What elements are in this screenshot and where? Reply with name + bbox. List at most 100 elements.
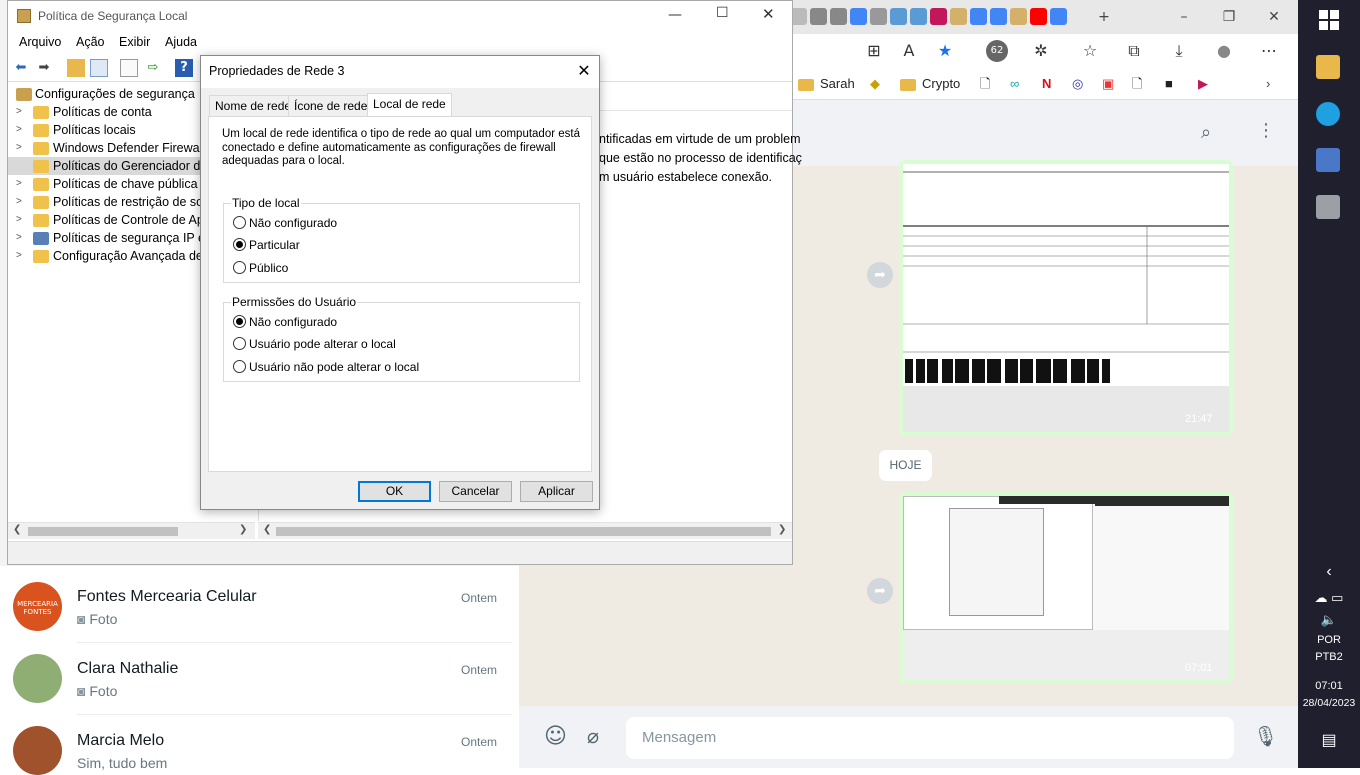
help-icon[interactable]: ?	[175, 59, 193, 77]
attach-icon[interactable]: ⌀	[587, 724, 599, 748]
close-icon[interactable]: ✕	[573, 60, 595, 82]
menu-exibir[interactable]: Exibir	[119, 35, 150, 49]
tab-favicon[interactable]	[1030, 8, 1047, 25]
tab-favicon[interactable]	[910, 8, 927, 25]
tab-nome-de-rede[interactable]: Nome de rede	[209, 95, 298, 116]
favorite-folder-crypto[interactable]: Crypto	[900, 75, 960, 93]
downloads-icon[interactable]: ⤓	[1168, 40, 1190, 62]
tab-favicon[interactable]	[930, 8, 947, 25]
back-icon[interactable]: ⬅	[12, 59, 30, 77]
favorite-icon[interactable]: ▣	[1102, 75, 1114, 93]
close-icon[interactable]: ✕	[762, 5, 775, 23]
scroll-left-icon[interactable]: ❮	[13, 524, 21, 535]
radio-button[interactable]	[233, 261, 246, 274]
radio-button[interactable]	[233, 216, 246, 229]
read-aloud-icon[interactable]: A	[898, 40, 920, 62]
favorite-folder-sarah[interactable]: Sarah	[798, 75, 855, 93]
search-icon[interactable]: ⌕	[1201, 122, 1211, 143]
chat-list-item[interactable]: MERCEARIA FONTES Fontes Mercearia Celula…	[0, 566, 519, 643]
minimize-icon[interactable]: —	[668, 7, 682, 23]
more-icon[interactable]: ⋯	[1258, 40, 1280, 62]
chevron-right-icon[interactable]: >	[16, 103, 22, 121]
image-message[interactable]: 21:47	[899, 160, 1233, 436]
tab-favicon[interactable]	[1050, 8, 1067, 25]
onedrive-network-icon[interactable]: ☁ ▭	[1298, 590, 1360, 606]
favorites-icon[interactable]: ☆	[1079, 40, 1101, 62]
tree-horizontal-scrollbar[interactable]: ❮ ❯	[8, 522, 255, 539]
menu-arquivo[interactable]: Arquivo	[19, 35, 61, 49]
properties-icon[interactable]	[120, 59, 138, 77]
new-tab-icon[interactable]: +	[1093, 6, 1115, 28]
chevron-right-icon[interactable]: >	[16, 193, 22, 211]
chevron-right-icon[interactable]: >	[16, 121, 22, 139]
tab-favicon[interactable]	[890, 8, 907, 25]
scrollbar-thumb[interactable]	[276, 527, 771, 536]
radio-button[interactable]	[233, 337, 246, 350]
play-icon[interactable]: ▶	[1198, 75, 1208, 93]
forward-icon[interactable]: ➡	[35, 59, 53, 77]
tab-favicon[interactable]	[850, 8, 867, 25]
radio-button-selected[interactable]	[233, 315, 246, 328]
extension-badge[interactable]: 62	[986, 40, 1008, 62]
chevron-right-icon[interactable]: >	[16, 229, 22, 247]
notifications-icon[interactable]: ▤	[1298, 730, 1360, 750]
forward-icon[interactable]: ➦	[867, 578, 893, 604]
tab-favicon[interactable]	[830, 8, 847, 25]
apply-button[interactable]: Aplicar	[520, 481, 593, 502]
close-icon[interactable]: ✕	[1263, 6, 1285, 28]
chevron-right-icon[interactable]: >	[16, 211, 22, 229]
clock-time[interactable]: 07:01	[1298, 680, 1360, 692]
microphone-icon[interactable]: 🎙	[1253, 724, 1278, 748]
edge-icon[interactable]	[1316, 102, 1340, 126]
screenshot-image[interactable]	[903, 496, 1229, 680]
menu-ajuda[interactable]: Ajuda	[165, 35, 197, 49]
chevron-right-icon[interactable]: >	[16, 139, 22, 157]
tab-favicon[interactable]	[970, 8, 987, 25]
export-icon[interactable]: ⇨	[144, 59, 162, 77]
boleto-image[interactable]	[903, 164, 1229, 432]
favorite-icon[interactable]: ∞	[1010, 75, 1019, 93]
chat-list-item[interactable]: Clara Nathalie ◙ Foto Ontem	[0, 638, 519, 715]
favorite-icon[interactable]: ◎	[1072, 75, 1083, 93]
emoji-icon[interactable]: ☺	[544, 724, 567, 749]
chat-list-item[interactable]: Marcia Melo Sim, tudo bem Ontem	[0, 710, 519, 775]
details-horizontal-scrollbar[interactable]: ❮ ❯	[258, 522, 792, 539]
cancel-button[interactable]: Cancelar	[439, 481, 512, 502]
language-indicator[interactable]: POR	[1298, 634, 1360, 646]
chevron-right-icon[interactable]: ›	[1266, 75, 1270, 93]
star-icon[interactable]: ★	[934, 40, 956, 62]
forward-icon[interactable]: ➦	[867, 262, 893, 288]
network-app-icon[interactable]	[1316, 148, 1340, 172]
scroll-right-icon[interactable]: ❯	[778, 524, 786, 535]
tab-favicon[interactable]	[950, 8, 967, 25]
volume-icon[interactable]: 🔈	[1298, 612, 1360, 628]
keyboard-layout[interactable]: PTB2	[1298, 651, 1360, 663]
tab-local-de-rede[interactable]: Local de rede	[367, 93, 452, 117]
radio-button[interactable]	[233, 360, 246, 373]
message-input[interactable]: Mensagem	[626, 717, 1234, 759]
favorite-icon[interactable]: ◆	[870, 75, 880, 93]
menu-icon[interactable]: ⋮	[1257, 120, 1275, 141]
profile-icon[interactable]: ●	[1213, 40, 1235, 62]
chevron-right-icon[interactable]: >	[16, 175, 22, 193]
image-message[interactable]: 07:01	[899, 492, 1233, 684]
tab-favicon[interactable]	[1010, 8, 1027, 25]
minimize-icon[interactable]: –	[1173, 6, 1195, 28]
tab-favicon[interactable]	[990, 8, 1007, 25]
show-hide-tree-icon[interactable]	[90, 59, 108, 77]
extensions-icon[interactable]: ✲	[1030, 40, 1052, 62]
page-icon[interactable]: 🗋	[980, 75, 990, 93]
collections-icon[interactable]: ⧉	[1123, 40, 1145, 62]
page-icon[interactable]: 🗋	[1132, 75, 1142, 93]
tab-icone-de-rede[interactable]: Ícone de rede	[288, 95, 374, 116]
clock-date[interactable]: 28/04/2023	[1298, 697, 1360, 709]
scrollbar-thumb[interactable]	[28, 527, 178, 536]
favorite-icon[interactable]: ■	[1165, 75, 1173, 93]
menu-acao[interactable]: Ação	[76, 35, 105, 49]
chevron-up-icon[interactable]: ‹	[1298, 563, 1360, 581]
netflix-icon[interactable]: N	[1042, 75, 1051, 93]
file-explorer-icon[interactable]	[1316, 55, 1340, 79]
scroll-right-icon[interactable]: ❯	[239, 524, 247, 535]
tab-favicon[interactable]	[810, 8, 827, 25]
scroll-left-icon[interactable]: ❮	[263, 524, 271, 535]
